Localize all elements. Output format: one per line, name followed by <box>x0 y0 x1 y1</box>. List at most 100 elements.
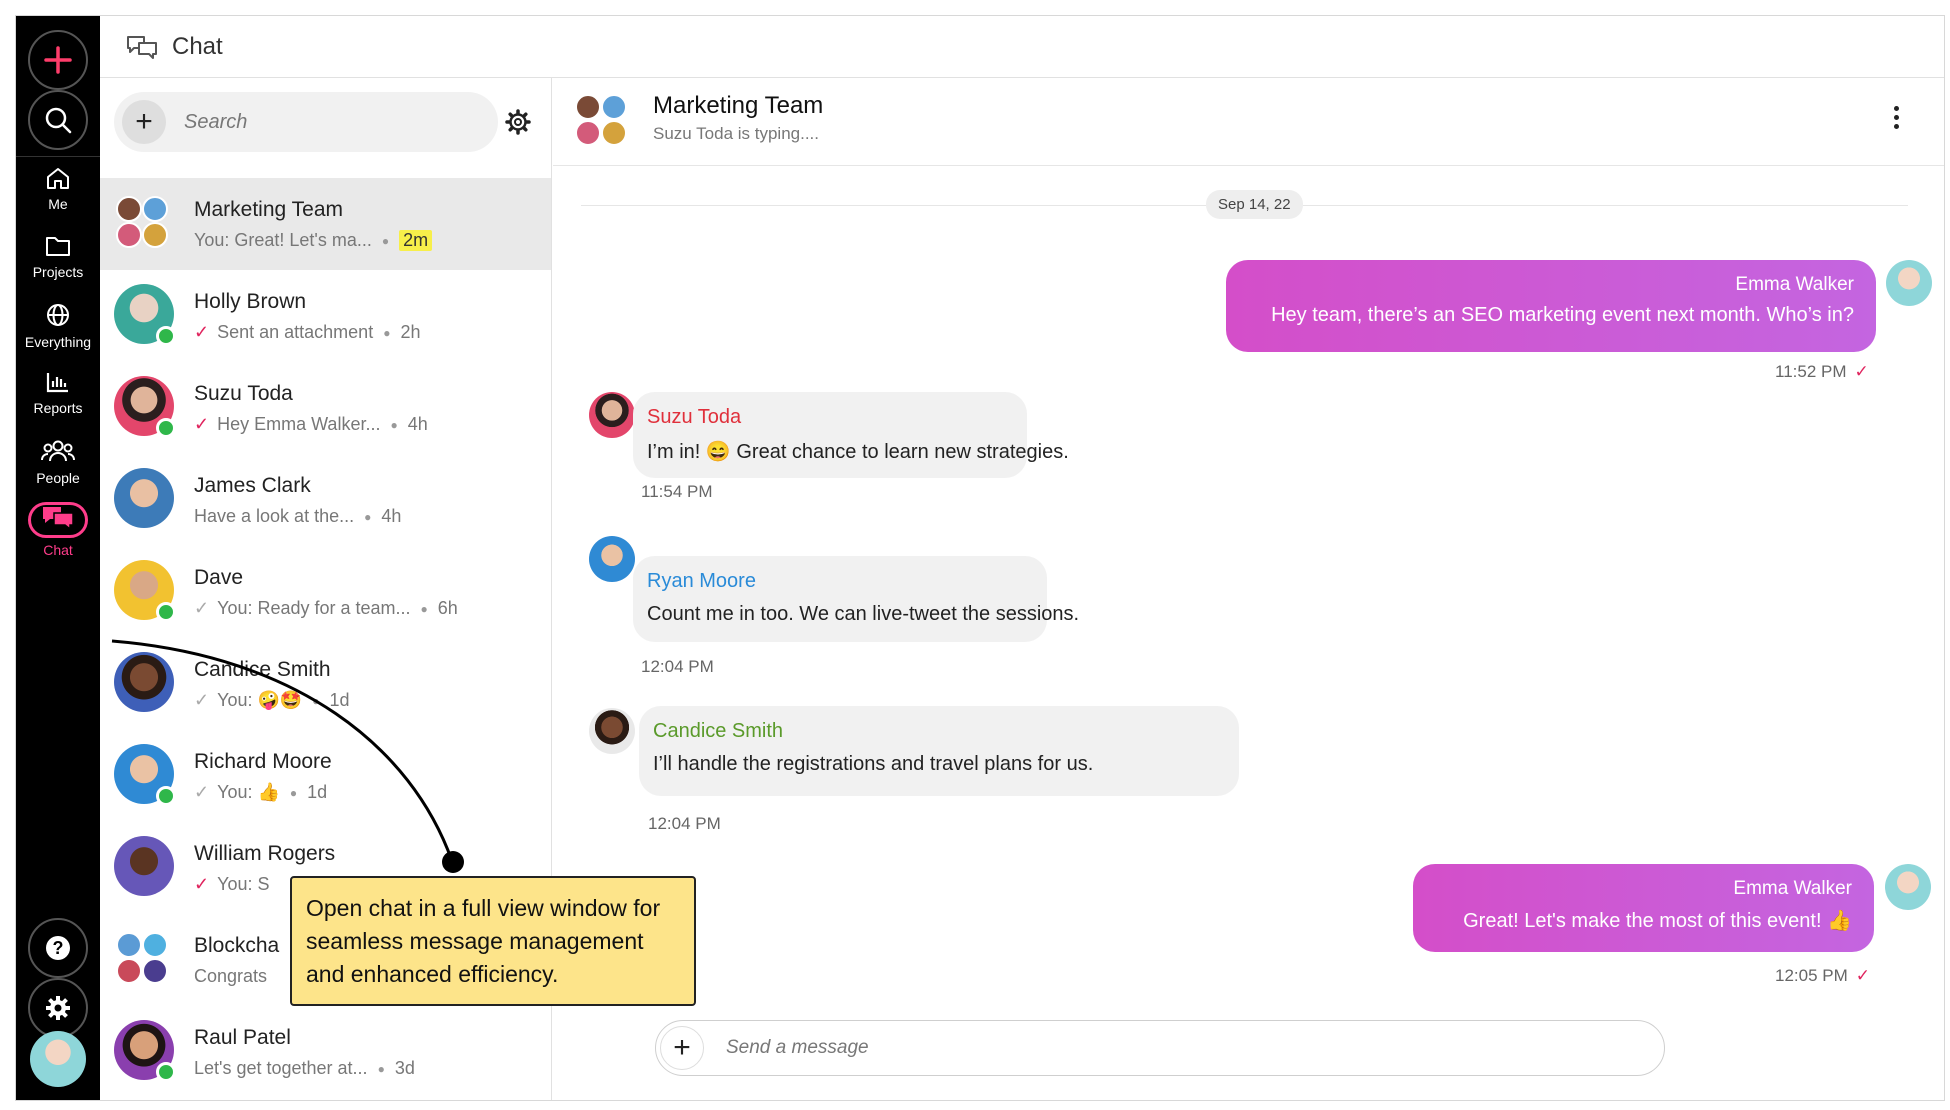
online-indicator <box>156 786 176 806</box>
avatar <box>114 836 174 896</box>
rail-item-everything[interactable]: Everything <box>16 302 100 350</box>
conversation-name: Richard Moore <box>194 750 332 773</box>
conversation-preview: Have a look at the... ● 4h <box>194 506 401 527</box>
date-label: Sep 14, 22 <box>1206 190 1303 219</box>
search-input[interactable]: Search <box>184 111 247 134</box>
message-timestamp: 12:05 PM <box>1775 966 1848 985</box>
gear-icon <box>46 996 70 1020</box>
people-icon <box>41 440 75 462</box>
message-sender: Suzu Toda <box>647 406 742 428</box>
message-sender: Candice Smith <box>653 720 784 742</box>
message-input[interactable]: Send a message <box>726 1037 869 1059</box>
rail-item-label: Me <box>48 196 68 212</box>
group-avatar <box>575 94 635 154</box>
timestamp: 4h <box>407 414 428 434</box>
preview-text: Let's get together at... <box>194 1058 368 1078</box>
separator-dot: ● <box>312 693 320 708</box>
conversation-preview: ✓ You: S <box>194 874 269 895</box>
list-item[interactable]: Raul Patel Let's get together at... ● 3d <box>100 1006 551 1098</box>
message-timestamp: 11:52 PM <box>1775 362 1847 381</box>
list-item[interactable]: Marketing Team You: Great! Let's ma... ● 2… <box>100 178 551 270</box>
conversation-name: Raul Patel <box>194 1026 291 1049</box>
annotation-callout: Open chat in a full view window for seam… <box>290 876 696 1006</box>
new-chat-button[interactable]: + <box>122 100 166 144</box>
message-bubble-outgoing[interactable]: Emma Walker Hey team, there’s an SEO mar… <box>1226 260 1876 352</box>
rail-item-label: Reports <box>33 400 83 416</box>
message-text: Great! Let's make the most of this event… <box>1463 910 1852 932</box>
message-bubble-incoming[interactable]: Candice Smith I’ll handle the registrati… <box>639 706 1239 796</box>
typing-indicator: Suzu Toda is typing.... <box>653 124 820 143</box>
conversation-name: Holly Brown <box>194 290 307 313</box>
preview-text: Have a look at the... <box>194 506 355 526</box>
avatar <box>114 652 174 712</box>
rail-item-chat[interactable]: Chat <box>16 502 100 558</box>
chat-bubbles-icon <box>127 35 157 59</box>
conversation-name: Suzu Toda <box>194 382 293 405</box>
create-button[interactable] <box>28 30 88 90</box>
conversation-preview: ✓ Sent an attachment ● 2h <box>194 322 420 343</box>
user-avatar[interactable] <box>30 1031 86 1087</box>
timestamp: 2h <box>400 322 421 342</box>
plus-icon <box>44 46 72 74</box>
settings-button[interactable] <box>28 978 88 1038</box>
rail-item-people[interactable]: People <box>16 438 100 486</box>
message-time: 11:52 PM ✓ <box>1775 362 1869 382</box>
preview-text: Hey Emma Walker... <box>217 414 381 434</box>
conversation-name: Candice Smith <box>194 658 331 681</box>
separator-dot: ● <box>377 1061 385 1076</box>
help-button[interactable]: ? <box>28 918 88 978</box>
separator-dot: ● <box>364 509 372 524</box>
app-window: Me Projects Everything Reports People Ch… <box>15 15 1945 1101</box>
timestamp: 3d <box>394 1058 415 1078</box>
bar-chart-icon <box>46 373 68 393</box>
message-bubble-incoming[interactable]: Suzu Toda I’m in! 😄 Great chance to lear… <box>633 392 1069 478</box>
list-item[interactable]: Candice Smith ✓ You: 🤪🤩 ● 1d <box>100 638 551 730</box>
sent-check-icon: ✓ <box>194 598 210 618</box>
message-timestamp: 12:04 PM <box>648 814 721 833</box>
message-bubble-incoming[interactable]: Ryan Moore Count me in too. We can live-… <box>633 556 1080 642</box>
conversation-preview: Let's get together at... ● 3d <box>194 1058 415 1079</box>
more-options-icon[interactable] <box>1894 106 1900 133</box>
conversation-preview: Congrats <box>194 966 267 987</box>
message-sender: Emma Walker <box>1733 878 1852 899</box>
timestamp: 6h <box>437 598 458 618</box>
svg-text:?: ? <box>53 938 64 958</box>
online-indicator <box>156 1062 176 1082</box>
list-item[interactable]: Richard Moore ✓ You: 👍 ● 1d <box>100 730 551 822</box>
message-bubble-outgoing[interactable]: Emma Walker Great! Let's make the most o… <box>1413 864 1874 952</box>
conversation-preview: You: Great! Let's ma... ● 2m <box>194 230 433 251</box>
rail-item-reports[interactable]: Reports <box>16 370 100 416</box>
chat-settings-button[interactable] <box>504 108 532 141</box>
online-indicator <box>156 326 176 346</box>
online-indicator <box>156 602 176 622</box>
read-check-icon: ✓ <box>194 322 210 342</box>
search-bar[interactable]: + Search <box>114 92 498 152</box>
rail-item-me[interactable]: Me <box>16 166 100 212</box>
sent-check-icon: ✓ <box>194 690 210 710</box>
list-item[interactable]: Suzu Toda ✓ Hey Emma Walker... ● 4h <box>100 362 551 454</box>
divider <box>16 156 100 157</box>
home-icon <box>47 168 69 189</box>
chat-header: Marketing Team Suzu Toda is typing.... <box>553 78 1944 166</box>
online-indicator <box>156 418 176 438</box>
conversation-preview: ✓ You: 🤪🤩 ● 1d <box>194 690 350 711</box>
chat-pane: Marketing Team Suzu Toda is typing.... S… <box>553 78 1944 1100</box>
list-item[interactable]: James Clark Have a look at the... ● 4h <box>100 454 551 546</box>
list-item[interactable]: Holly Brown ✓ Sent an attachment ● 2h <box>100 270 551 362</box>
message-composer[interactable]: + Send a message <box>655 1020 1665 1076</box>
avatar <box>589 392 635 438</box>
folder-icon <box>46 237 70 256</box>
list-item[interactable]: Dave ✓ You: Ready for a team... ● 6h <box>100 546 551 638</box>
global-search-button[interactable] <box>28 90 88 150</box>
message-text: Count me in too. We can live-tweet the s… <box>647 603 1080 625</box>
rail-item-label: Everything <box>24 334 92 350</box>
conversation-preview: ✓ You: Ready for a team... ● 6h <box>194 598 458 619</box>
preview-text: You: Great! Let's ma... <box>194 230 372 250</box>
message-timestamp: 12:04 PM <box>641 657 714 676</box>
avatar <box>1885 864 1931 910</box>
attach-button[interactable]: + <box>660 1026 704 1070</box>
rail-item-projects[interactable]: Projects <box>16 234 100 280</box>
nav-rail: Me Projects Everything Reports People Ch… <box>16 16 100 1100</box>
separator-dot: ● <box>289 785 298 800</box>
message-text: Hey team, there’s an SEO marketing event… <box>1271 304 1854 326</box>
